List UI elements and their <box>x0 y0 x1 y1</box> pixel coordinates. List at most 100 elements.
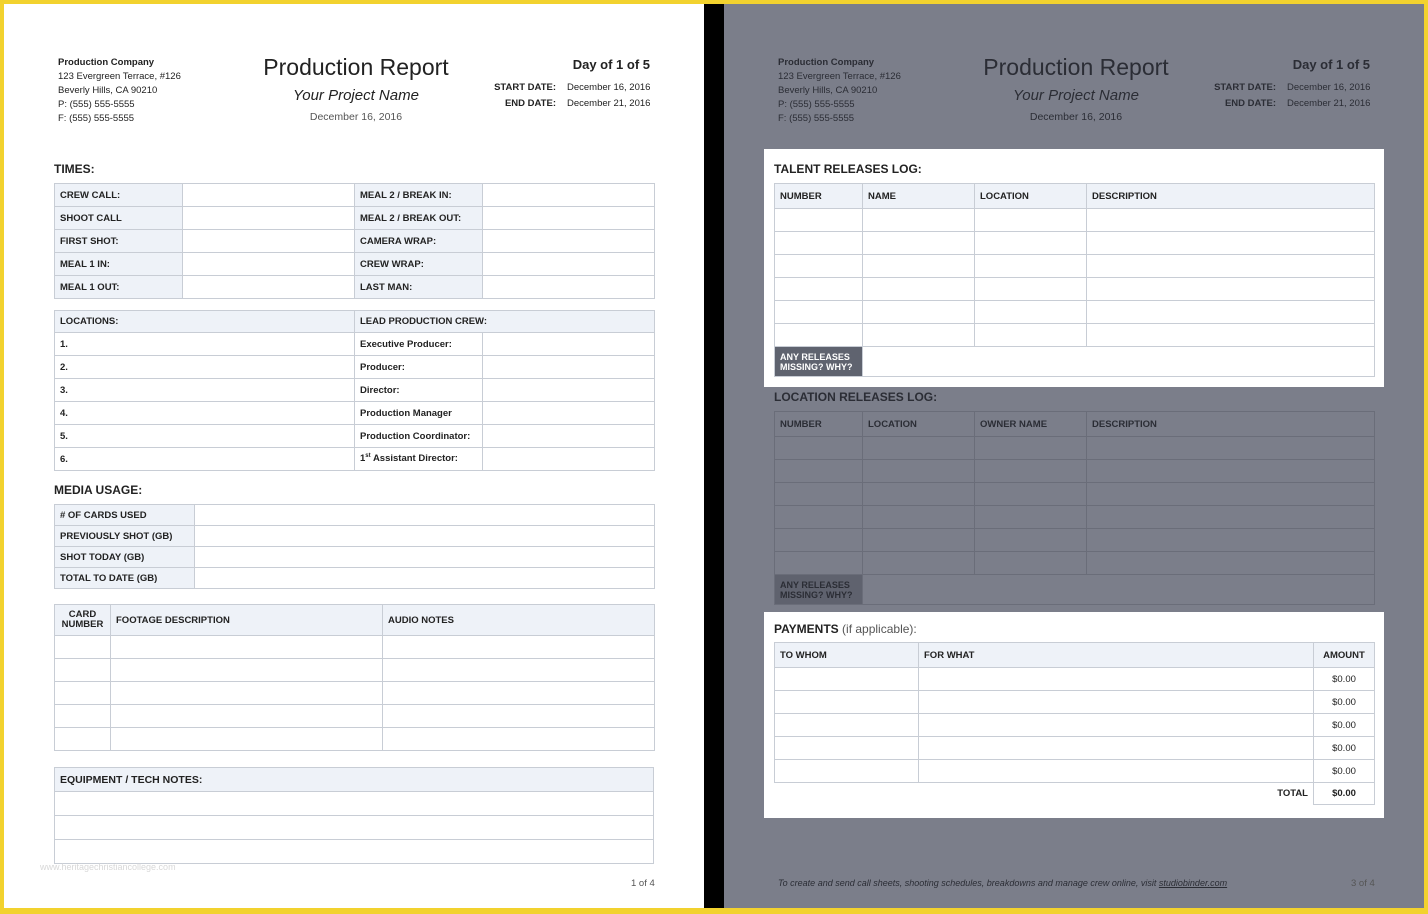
time-input[interactable] <box>182 229 355 253</box>
release-cell[interactable] <box>774 436 863 460</box>
release-cell[interactable] <box>974 551 1087 575</box>
release-cell[interactable] <box>774 254 863 278</box>
card-number-cell[interactable] <box>54 704 111 728</box>
time-input[interactable] <box>482 252 655 276</box>
release-cell[interactable] <box>862 551 975 575</box>
amount-cell[interactable]: $0.00 <box>1313 736 1375 760</box>
footage-description-cell[interactable] <box>110 727 383 751</box>
release-cell[interactable] <box>774 459 863 483</box>
crew-name-input[interactable] <box>482 332 655 356</box>
release-cell[interactable] <box>1086 551 1375 575</box>
time-input[interactable] <box>482 183 655 207</box>
release-cell[interactable] <box>774 551 863 575</box>
release-cell[interactable] <box>1086 436 1375 460</box>
equipment-note-line[interactable] <box>54 815 654 840</box>
location-item[interactable]: 6. <box>54 447 355 471</box>
amount-cell[interactable]: $0.00 <box>1313 759 1375 783</box>
release-cell[interactable] <box>974 300 1087 324</box>
release-cell[interactable] <box>774 323 863 347</box>
release-cell[interactable] <box>774 528 863 552</box>
crew-name-input[interactable] <box>482 401 655 425</box>
media-input[interactable] <box>194 567 655 589</box>
release-cell[interactable] <box>974 231 1087 255</box>
missing-releases-input[interactable] <box>862 574 1375 605</box>
release-cell[interactable] <box>1086 208 1375 232</box>
release-cell[interactable] <box>774 231 863 255</box>
footage-description-cell[interactable] <box>110 681 383 705</box>
release-cell[interactable] <box>862 459 975 483</box>
to-whom-cell[interactable] <box>774 736 919 760</box>
time-input[interactable] <box>482 229 655 253</box>
card-number-cell[interactable] <box>54 681 111 705</box>
location-item[interactable]: 5. <box>54 424 355 448</box>
release-cell[interactable] <box>1086 528 1375 552</box>
release-cell[interactable] <box>974 482 1087 506</box>
location-item[interactable]: 3. <box>54 378 355 402</box>
release-cell[interactable] <box>1086 459 1375 483</box>
release-cell[interactable] <box>774 300 863 324</box>
release-cell[interactable] <box>862 436 975 460</box>
release-cell[interactable] <box>774 208 863 232</box>
release-cell[interactable] <box>1086 505 1375 529</box>
audio-notes-cell[interactable] <box>382 727 655 751</box>
release-cell[interactable] <box>974 277 1087 301</box>
release-cell[interactable] <box>862 208 975 232</box>
release-cell[interactable] <box>862 254 975 278</box>
missing-releases-input[interactable] <box>862 346 1375 377</box>
equipment-note-line[interactable] <box>54 791 654 816</box>
footage-description-cell[interactable] <box>110 635 383 659</box>
to-whom-cell[interactable] <box>774 759 919 783</box>
release-cell[interactable] <box>974 505 1087 529</box>
time-input[interactable] <box>182 252 355 276</box>
location-item[interactable]: 4. <box>54 401 355 425</box>
release-cell[interactable] <box>974 459 1087 483</box>
audio-notes-cell[interactable] <box>382 635 655 659</box>
release-cell[interactable] <box>1086 300 1375 324</box>
amount-cell[interactable]: $0.00 <box>1313 713 1375 737</box>
release-cell[interactable] <box>774 482 863 506</box>
time-input[interactable] <box>482 206 655 230</box>
crew-name-input[interactable] <box>482 355 655 379</box>
release-cell[interactable] <box>862 482 975 506</box>
to-whom-cell[interactable] <box>774 690 919 714</box>
card-number-cell[interactable] <box>54 727 111 751</box>
location-item[interactable]: 1. <box>54 332 355 356</box>
media-input[interactable] <box>194 525 655 547</box>
media-input[interactable] <box>194 504 655 526</box>
location-item[interactable]: 2. <box>54 355 355 379</box>
amount-cell[interactable]: $0.00 <box>1313 667 1375 691</box>
amount-cell[interactable]: $0.00 <box>1313 690 1375 714</box>
time-input[interactable] <box>182 275 355 299</box>
release-cell[interactable] <box>862 300 975 324</box>
release-cell[interactable] <box>1086 482 1375 506</box>
equipment-note-line[interactable] <box>54 839 654 864</box>
for-what-cell[interactable] <box>918 736 1314 760</box>
for-what-cell[interactable] <box>918 713 1314 737</box>
release-cell[interactable] <box>862 528 975 552</box>
card-number-cell[interactable] <box>54 635 111 659</box>
release-cell[interactable] <box>1086 254 1375 278</box>
release-cell[interactable] <box>974 208 1087 232</box>
crew-name-input[interactable] <box>482 447 655 471</box>
release-cell[interactable] <box>1086 231 1375 255</box>
audio-notes-cell[interactable] <box>382 681 655 705</box>
to-whom-cell[interactable] <box>774 713 919 737</box>
media-input[interactable] <box>194 546 655 568</box>
time-input[interactable] <box>482 275 655 299</box>
release-cell[interactable] <box>862 277 975 301</box>
time-input[interactable] <box>182 183 355 207</box>
audio-notes-cell[interactable] <box>382 658 655 682</box>
footage-description-cell[interactable] <box>110 704 383 728</box>
release-cell[interactable] <box>1086 277 1375 301</box>
release-cell[interactable] <box>974 436 1087 460</box>
crew-name-input[interactable] <box>482 378 655 402</box>
release-cell[interactable] <box>862 231 975 255</box>
crew-name-input[interactable] <box>482 424 655 448</box>
release-cell[interactable] <box>974 254 1087 278</box>
for-what-cell[interactable] <box>918 690 1314 714</box>
release-cell[interactable] <box>774 277 863 301</box>
release-cell[interactable] <box>862 323 975 347</box>
release-cell[interactable] <box>974 323 1087 347</box>
release-cell[interactable] <box>974 528 1087 552</box>
to-whom-cell[interactable] <box>774 667 919 691</box>
